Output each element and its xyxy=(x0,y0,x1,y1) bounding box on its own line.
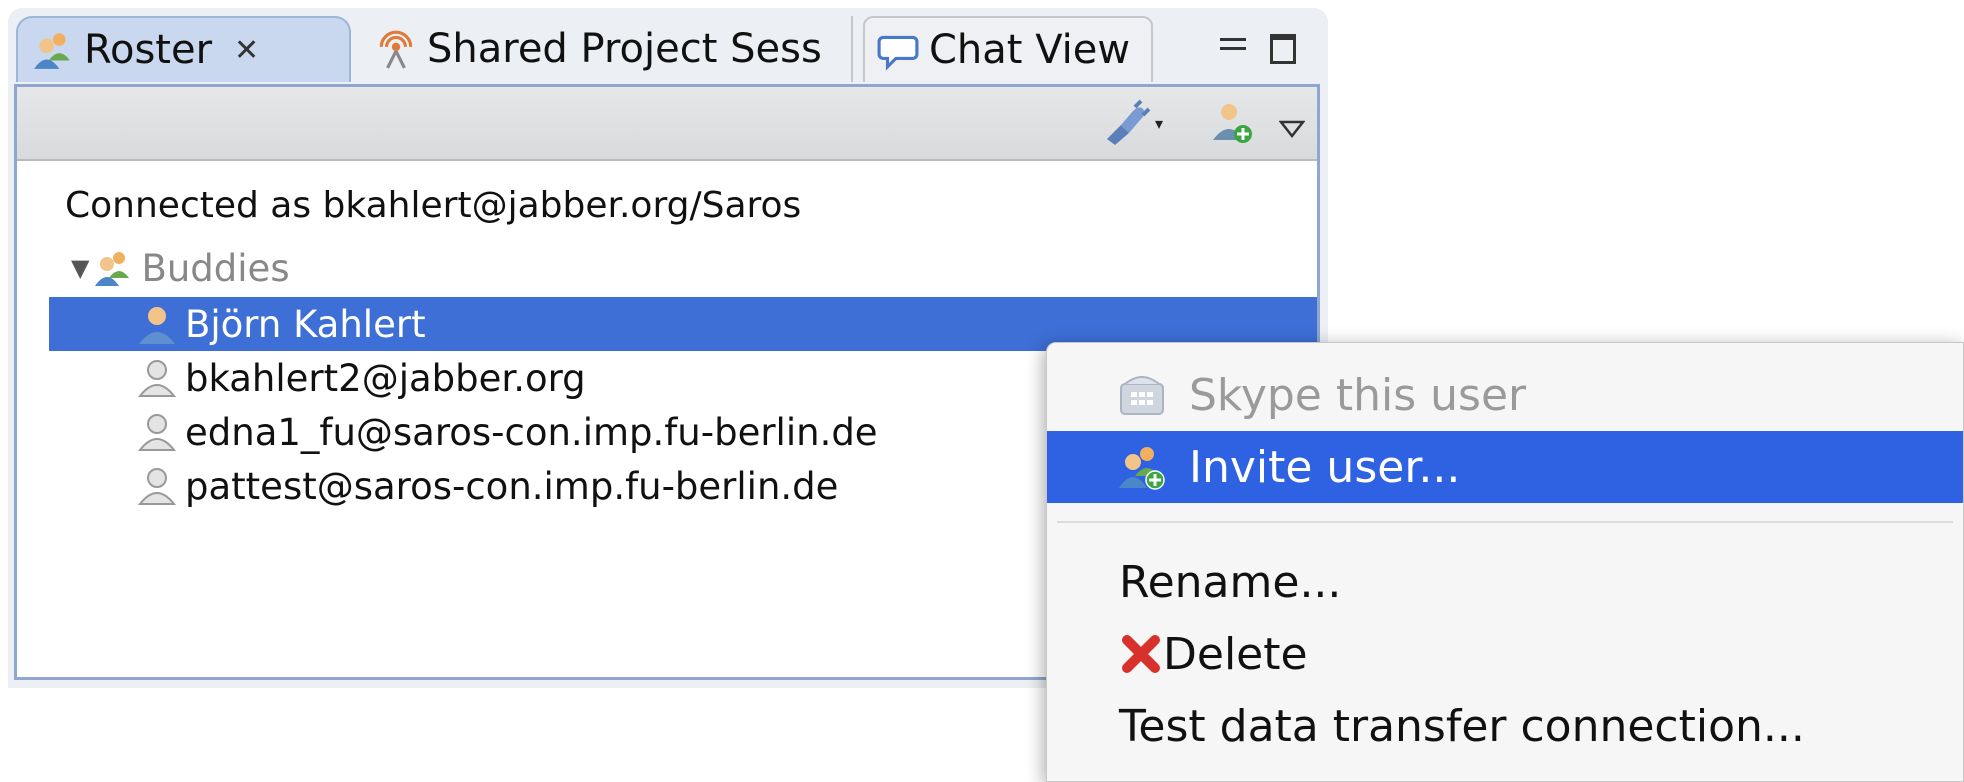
tab-roster-label: Roster xyxy=(84,27,213,73)
connect-button[interactable]: ▾ xyxy=(1099,99,1163,147)
add-buddy-button[interactable] xyxy=(1209,99,1255,147)
chat-bubble-icon xyxy=(877,35,919,71)
expand-triangle-icon[interactable]: ▼ xyxy=(71,254,89,282)
user-offline-icon xyxy=(137,360,177,397)
user-offline-icon xyxy=(137,468,177,505)
skype-phone-icon xyxy=(1120,376,1164,415)
buddies-icon xyxy=(34,33,70,69)
view-toolbar: ▾ xyxy=(17,87,1317,161)
user-offline-icon xyxy=(137,414,177,451)
buddies-group[interactable]: ▼ Buddies xyxy=(71,241,290,295)
menu-item-label: Rename... xyxy=(1119,556,1342,608)
tree-row[interactable]: pattest@saros-con.imp.fu-berlin.de xyxy=(137,459,838,513)
tab-chat-view[interactable]: Chat View xyxy=(863,16,1153,82)
menu-item-label: Invite user... xyxy=(1189,441,1461,493)
tree-row[interactable]: edna1_fu@saros-con.imp.fu-berlin.de xyxy=(137,405,878,459)
connection-status: Connected as bkahlert@jabber.org/Saros xyxy=(65,185,802,226)
tree-row[interactable]: bkahlert2@jabber.org xyxy=(137,351,586,405)
invite-user-icon xyxy=(1119,447,1165,490)
menu-item-skype[interactable]: Skype this user xyxy=(1047,359,1963,431)
view-tab-bar: Roster ✕ Shared Project Sess Chat View xyxy=(8,8,1328,84)
menu-item-label: Skype this user xyxy=(1189,369,1527,421)
add-buddy-icon xyxy=(1213,104,1252,143)
menu-item-test-data-transfer[interactable]: Test data transfer connection... xyxy=(1047,690,1963,762)
menu-item-rename[interactable]: Rename... xyxy=(1047,546,1963,618)
menu-item-label: Test data transfer connection... xyxy=(1119,700,1805,752)
chevron-down-icon[interactable]: ▾ xyxy=(1155,114,1163,133)
broadcast-icon xyxy=(379,30,413,69)
tab-chat-label: Chat View xyxy=(929,27,1131,73)
tab-shared-label: Shared Project Sess xyxy=(427,26,822,72)
minimize-button[interactable] xyxy=(1220,38,1246,50)
user-online-icon xyxy=(139,307,175,344)
contact-name: bkahlert2@jabber.org xyxy=(185,356,586,400)
menu-item-delete[interactable]: Delete xyxy=(1047,618,1963,690)
view-menu-button[interactable] xyxy=(1279,105,1305,153)
tab-shared-project-session[interactable]: Shared Project Sess xyxy=(363,16,853,82)
tab-roster[interactable]: Roster ✕ xyxy=(16,16,351,82)
plug-icon xyxy=(1107,99,1151,145)
contact-name: Björn Kahlert xyxy=(185,302,426,346)
group-label: Buddies xyxy=(141,246,290,290)
menu-item-invite-user[interactable]: Invite user... xyxy=(1047,431,1963,503)
menu-item-label: Delete xyxy=(1163,628,1308,680)
triangle-down-icon xyxy=(1279,120,1305,139)
context-menu: Skype this user Invite user... Rename...… xyxy=(1046,342,1964,782)
menu-separator xyxy=(1057,521,1953,523)
red-x-icon xyxy=(1122,635,1160,673)
maximize-button[interactable] xyxy=(1270,34,1296,64)
buddies-icon xyxy=(95,252,130,286)
close-icon[interactable]: ✕ xyxy=(234,33,259,68)
contact-name: pattest@saros-con.imp.fu-berlin.de xyxy=(185,464,839,508)
contact-name: edna1_fu@saros-con.imp.fu-berlin.de xyxy=(185,410,878,454)
